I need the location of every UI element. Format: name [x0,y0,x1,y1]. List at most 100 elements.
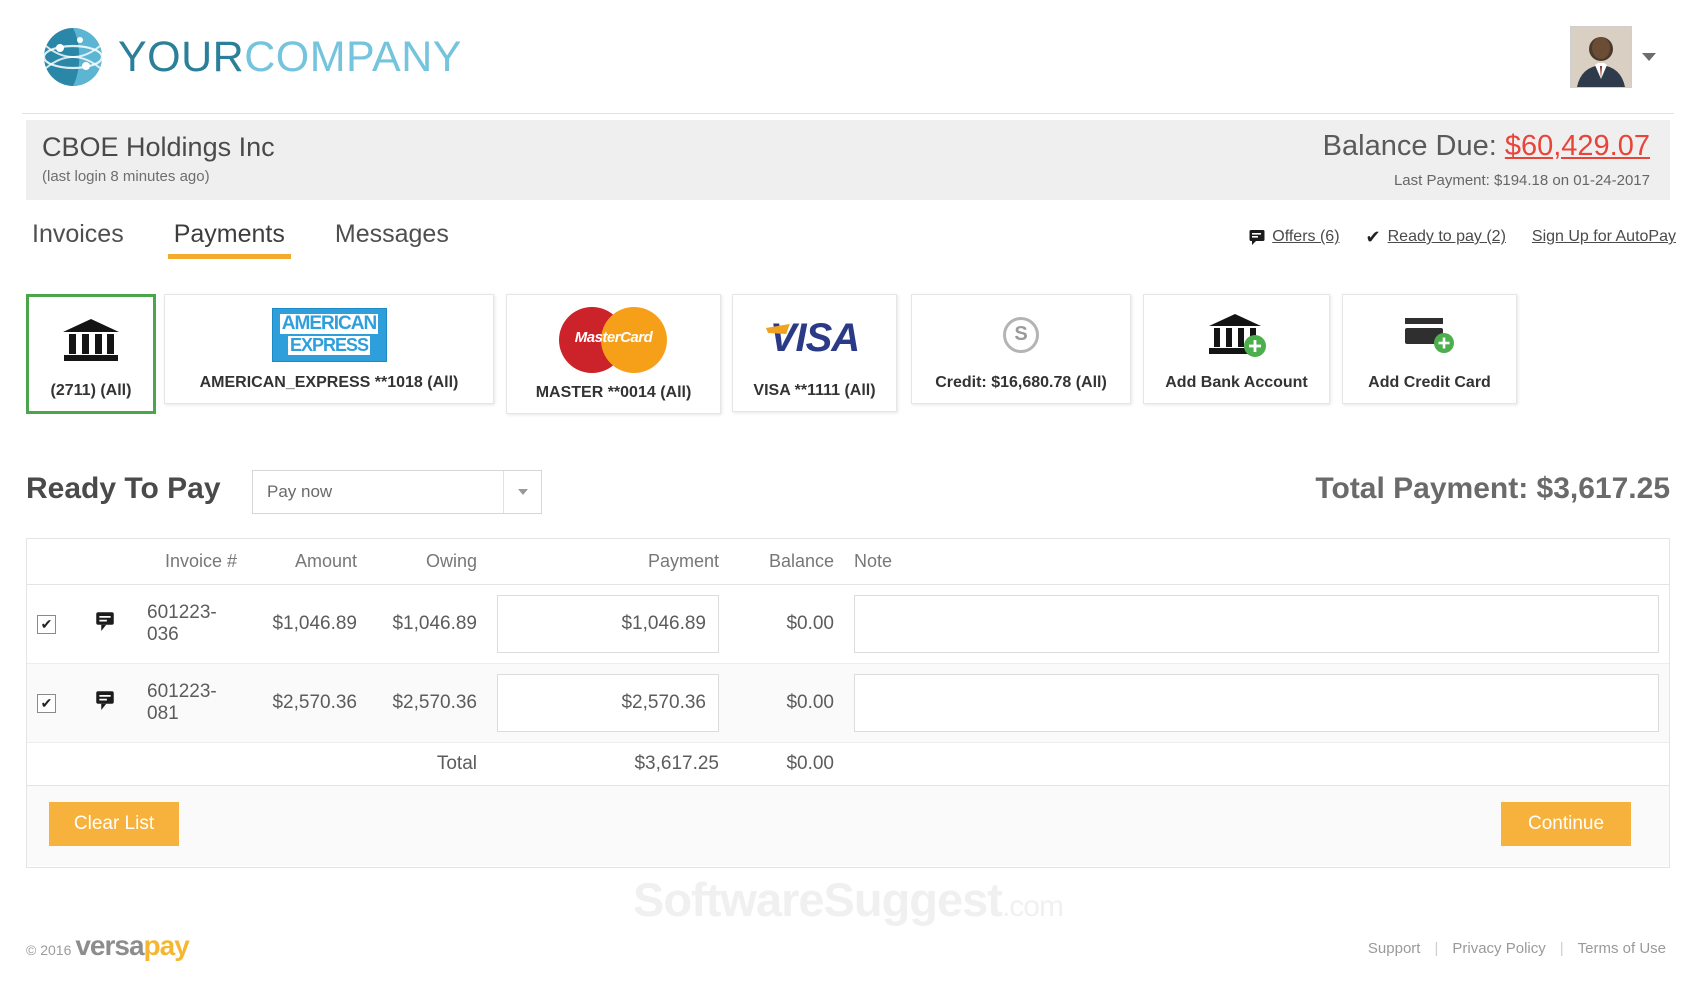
payment-method-label: Add Bank Account [1165,374,1308,391]
row-payment-input[interactable] [497,595,719,653]
balance-due: Balance Due: $60,429.07 [1323,130,1650,163]
ready-to-pay-table: Invoice # Amount Owing Payment Balance N… [26,538,1670,868]
top-header-bar: YOURCOMPANY [0,0,1696,114]
autopay-signup-link[interactable]: Sign Up for AutoPay [1532,228,1676,246]
payment-method-label: Add Credit Card [1368,374,1491,391]
main-tabs: Invoices Payments Messages [26,218,455,259]
row-amount: $1,046.89 [247,584,367,664]
note-icon[interactable] [95,611,115,631]
ready-to-pay-title: Ready To Pay [26,472,221,505]
last-login-text: (last login 8 minutes ago) [42,168,210,185]
total-balance: $0.00 [729,742,844,786]
ready-to-pay-link-label: Ready to pay (2) [1387,228,1506,245]
globe-icon [42,26,104,88]
payment-method-label: (2711) (All) [50,382,132,399]
mastercard-logo-icon: MasterCard [507,295,720,384]
row-payment-cell [487,663,729,743]
payment-method-credit[interactable]: S Credit: $16,680.78 (All) [911,294,1131,404]
total-payment: $3,617.25 [487,742,729,786]
chevron-down-icon[interactable] [503,471,541,513]
balance-due-amount[interactable]: $60,429.07 [1505,130,1650,162]
header-divider [22,113,1674,114]
col-header-payment: Payment [487,539,729,585]
footer-separator: | [1559,940,1564,957]
row-owing: $1,046.89 [367,584,487,664]
add-bank-icon [1144,295,1329,374]
logo-text-your: YOUR [118,32,245,81]
col-header-owing: Owing [367,539,487,585]
vendor-name-part1: versa [75,930,144,961]
row-invoice-number: 601223-036 [137,584,247,664]
footer-link-terms[interactable]: Terms of Use [1578,940,1666,957]
row-checkbox[interactable]: ✔ [37,693,56,713]
tab-messages[interactable]: Messages [329,218,455,259]
logo-text-company: COMPANY [244,32,462,81]
offers-link-label: Offers (6) [1272,228,1340,245]
footer-separator: | [1434,940,1439,957]
table-row: ✔ 601223-036 $1,046.89 $1,046.89 $1,046.… [27,584,1669,664]
payment-method-visa-1111[interactable]: VISA VISA **1111 (All) [732,294,897,412]
row-invoice-number: 601223-081 [137,663,247,743]
table-row: ✔ 601223-081 $2,570.36 $2,570.36 $2,570.… [27,663,1669,743]
watermark-domain: .com [1001,890,1064,923]
offers-link[interactable]: Offers (6) [1249,228,1340,246]
company-logo[interactable]: YOURCOMPANY [42,26,462,88]
row-select-cell: ✔ [27,584,85,664]
add-bank-account-card[interactable]: Add Bank Account [1143,294,1330,404]
payment-method-mastercard-0014[interactable]: MasterCard MASTER **0014 (All) [506,294,721,414]
clear-list-button[interactable]: Clear List [49,802,179,846]
autopay-signup-label: Sign Up for AutoPay [1531,228,1676,245]
account-name: CBOE Holdings Inc [42,132,275,162]
row-owing: $2,570.36 [367,663,487,743]
pay-timing-value: Pay now [267,482,333,501]
col-header-invoice: Invoice # [137,539,247,585]
chevron-down-icon[interactable] [1642,53,1656,61]
ready-to-pay-header: Ready To Pay Pay now Total Payment: $3,6… [26,470,1670,522]
col-header-amount: Amount [247,539,367,585]
tab-invoices[interactable]: Invoices [26,218,130,259]
account-summary-bar: CBOE Holdings Inc (last login 8 minutes … [26,120,1670,200]
add-credit-card-card[interactable]: Add Credit Card [1342,294,1517,404]
payment-method-amex-1018[interactable]: AMERICAN EXPRESS AMERICAN_EXPRESS **1018… [164,294,494,404]
total-spacer-1 [27,742,85,786]
footer-links: Support | Privacy Policy | Terms of Use [1368,940,1666,957]
total-spacer-4 [247,742,367,786]
account-menu[interactable] [1570,26,1656,88]
navigation-row: Invoices Payments Messages Offers (6) ✔ … [0,218,1696,278]
continue-button[interactable]: Continue [1501,802,1631,846]
total-payment-label: Total Payment: $3,617.25 [1315,472,1670,505]
page-footer: © 2016 versa pay Support | Privacy Policy… [0,920,1696,984]
col-header-note-icon [85,539,137,585]
avatar[interactable] [1570,26,1632,88]
footer-link-support[interactable]: Support [1368,940,1421,957]
row-balance: $0.00 [729,584,844,664]
payment-portal-page: YOURCOMPANY CBOE Holdings Inc (last logi… [0,0,1696,984]
last-payment-text: Last Payment: $194.18 on 01-24-2017 [1393,172,1650,189]
credit-coin-icon: S [912,295,1130,374]
row-checkbox[interactable]: ✔ [37,614,56,634]
row-note-input[interactable] [854,595,1659,653]
balance-due-label: Balance Due: [1322,130,1497,162]
ready-to-pay-link[interactable]: ✔ Ready to pay (2) [1366,228,1506,246]
payment-method-label: AMERICAN_EXPRESS **1018 (All) [199,374,459,391]
row-payment-cell [487,584,729,664]
table-total-row: Total $3,617.25 $0.00 [27,742,1669,786]
pay-timing-select[interactable]: Pay now [252,470,542,514]
add-card-icon [1343,295,1516,374]
footer-link-privacy[interactable]: Privacy Policy [1452,940,1545,957]
payment-methods-row: (2711) (All) AMERICAN EXPRESS AMERICAN_E… [26,294,1670,418]
row-note-cell [844,663,1669,743]
quick-links: Offers (6) ✔ Ready to pay (2) Sign Up fo… [1249,228,1676,246]
note-icon[interactable] [95,690,115,710]
payment-method-label: MASTER **0014 (All) [535,384,692,401]
vendor-name-part2: pay [143,930,190,961]
visa-logo-icon: VISA [733,295,896,382]
table-actions-row: Clear List Continue [27,786,1669,866]
payment-method-label: VISA **1111 (All) [753,382,876,399]
row-payment-input[interactable] [497,674,719,732]
total-spacer-3 [137,742,247,786]
payment-method-bank-2711[interactable]: (2711) (All) [26,294,156,414]
row-amount: $2,570.36 [247,663,367,743]
tab-payments[interactable]: Payments [167,218,292,259]
row-note-input[interactable] [854,674,1659,732]
